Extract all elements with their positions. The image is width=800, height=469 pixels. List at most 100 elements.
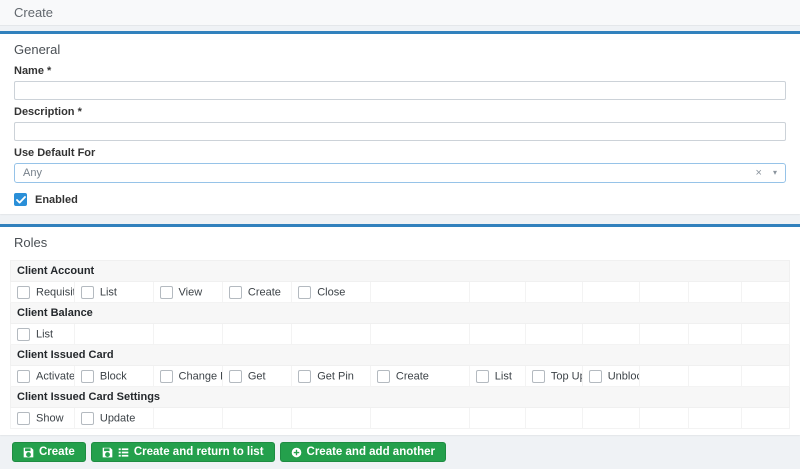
- empty-cell: [221, 407, 293, 429]
- use-default-for-label: Use Default For: [14, 147, 96, 159]
- use-default-for-value: Any: [23, 167, 42, 179]
- permission-label: Unblock: [607, 370, 639, 382]
- permission-checkbox[interactable]: [298, 285, 312, 299]
- description-input[interactable]: [14, 122, 786, 141]
- permission-label: Requisites: [36, 286, 73, 298]
- permission-label: Show: [36, 412, 64, 424]
- permission-cell[interactable]: Create: [369, 365, 470, 387]
- empty-cell: [468, 407, 526, 429]
- list-icon: [118, 447, 129, 458]
- empty-cell: [468, 281, 526, 303]
- page-title: Create: [0, 0, 800, 26]
- role-permissions-row: List: [10, 323, 790, 345]
- required-marker: *: [77, 106, 82, 118]
- permission-checkbox[interactable]: [475, 369, 489, 383]
- empty-cell: [291, 407, 371, 429]
- empty-cell: [741, 407, 790, 429]
- empty-cell: [524, 323, 583, 345]
- permission-cell[interactable]: Update: [73, 407, 154, 429]
- permission-checkbox[interactable]: [80, 369, 94, 383]
- name-label: Name *: [14, 65, 52, 77]
- chevron-down-icon[interactable]: ▾: [773, 169, 777, 177]
- permission-checkbox[interactable]: [80, 285, 94, 299]
- empty-cell: [524, 281, 583, 303]
- permission-label: Update: [99, 412, 136, 424]
- permission-checkbox[interactable]: [17, 327, 30, 341]
- permission-cell[interactable]: List: [10, 323, 75, 345]
- permission-label: Top Up: [550, 370, 581, 382]
- empty-cell: [581, 323, 641, 345]
- permission-checkbox[interactable]: [298, 369, 312, 383]
- general-panel: General Name * Description * Use Default…: [0, 31, 800, 214]
- permission-cell[interactable]: View: [152, 281, 223, 303]
- empty-cell: [639, 281, 690, 303]
- empty-cell: [369, 323, 470, 345]
- permission-checkbox[interactable]: [17, 285, 30, 299]
- permission-cell[interactable]: Create: [221, 281, 293, 303]
- empty-cell: [639, 365, 690, 387]
- use-default-for-select[interactable]: Any × ▾: [14, 163, 786, 183]
- permission-checkbox[interactable]: [376, 369, 390, 383]
- empty-cell: [524, 407, 583, 429]
- permission-cell[interactable]: Change Pin: [152, 365, 223, 387]
- permission-cell[interactable]: Get: [221, 365, 293, 387]
- roles-panel: Roles Client Account Requisites List View Cr…: [0, 224, 800, 435]
- permission-checkbox[interactable]: [588, 369, 602, 383]
- general-section-title: General: [14, 42, 61, 57]
- button-label: Create and return to list: [133, 446, 264, 458]
- permission-label: Get: [247, 370, 266, 382]
- permission-label: Close: [317, 286, 346, 298]
- permission-checkbox[interactable]: [17, 411, 30, 425]
- permission-cell[interactable]: Close: [291, 281, 371, 303]
- permission-checkbox[interactable]: [80, 411, 94, 425]
- roles-table: Client Account Requisites List View Create Cl…: [10, 260, 790, 429]
- permission-cell[interactable]: Unblock: [581, 365, 641, 387]
- permission-cell[interactable]: Requisites: [10, 281, 75, 303]
- permission-checkbox[interactable]: [228, 285, 242, 299]
- permission-checkbox[interactable]: [531, 369, 545, 383]
- permission-checkbox[interactable]: [159, 369, 173, 383]
- permission-cell[interactable]: Get Pin: [291, 365, 371, 387]
- role-permissions-row: Activate Block Change Pin Get Get Pin Create L…: [10, 365, 790, 387]
- permission-cell[interactable]: Activate: [10, 365, 75, 387]
- role-group-header: Client Account: [10, 260, 790, 282]
- save-icon: [23, 447, 34, 458]
- create-and-return-button[interactable]: Create and return to list: [90, 442, 275, 462]
- empty-cell: [73, 323, 154, 345]
- save-icon: [102, 447, 113, 458]
- permission-cell[interactable]: Top Up: [524, 365, 583, 387]
- enabled-checkbox[interactable]: [14, 193, 27, 206]
- description-label: Description *: [14, 106, 82, 118]
- create-and-add-another-button[interactable]: Create and add another: [279, 442, 446, 462]
- empty-cell: [152, 407, 223, 429]
- button-label: Create and add another: [306, 446, 435, 458]
- permission-label: List: [36, 328, 54, 340]
- empty-cell: [741, 281, 790, 303]
- empty-cell: [639, 407, 690, 429]
- role-group-header: Client Balance: [10, 302, 790, 324]
- permission-checkbox[interactable]: [228, 369, 242, 383]
- empty-cell: [468, 323, 526, 345]
- role-group-header: Client Issued Card: [10, 344, 790, 366]
- select-clear-icon[interactable]: ×: [756, 167, 762, 179]
- permission-cell[interactable]: Block: [73, 365, 154, 387]
- empty-cell: [152, 323, 223, 345]
- roles-section-title: Roles: [14, 235, 48, 250]
- permission-label: Get Pin: [317, 370, 354, 382]
- enabled-label: Enabled: [35, 193, 78, 206]
- permission-label: List: [99, 286, 117, 298]
- enabled-field: Enabled: [14, 193, 786, 206]
- name-input[interactable]: [14, 81, 786, 100]
- permission-cell[interactable]: List: [73, 281, 154, 303]
- empty-cell: [639, 323, 690, 345]
- empty-cell: [291, 323, 371, 345]
- empty-cell: [741, 365, 790, 387]
- create-button[interactable]: Create: [12, 442, 86, 462]
- permission-checkbox[interactable]: [159, 285, 173, 299]
- permission-cell[interactable]: List: [468, 365, 526, 387]
- permission-cell[interactable]: Show: [10, 407, 75, 429]
- empty-cell: [581, 281, 641, 303]
- empty-cell: [688, 281, 743, 303]
- permission-checkbox[interactable]: [17, 369, 30, 383]
- permission-label: Block: [99, 370, 127, 382]
